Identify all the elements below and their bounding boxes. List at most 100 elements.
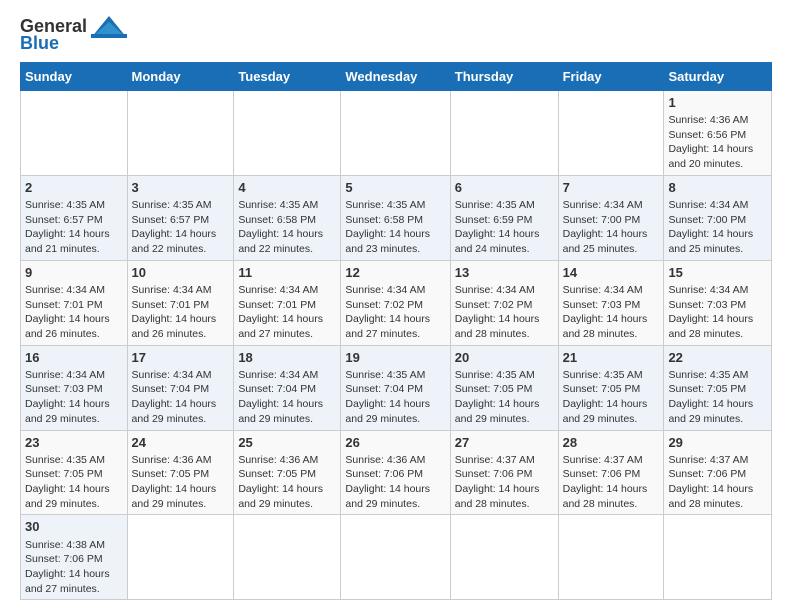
calendar-cell (450, 90, 558, 175)
day-info: Sunrise: 4:35 AM Sunset: 6:57 PM Dayligh… (132, 198, 230, 257)
day-number: 7 (563, 179, 660, 197)
day-header-saturday: Saturday (664, 62, 772, 90)
calendar-cell: 8Sunrise: 4:34 AM Sunset: 7:00 PM Daylig… (664, 175, 772, 260)
calendar-cell: 6Sunrise: 4:35 AM Sunset: 6:59 PM Daylig… (450, 175, 558, 260)
day-number: 28 (563, 434, 660, 452)
calendar-cell (558, 515, 664, 600)
day-header-wednesday: Wednesday (341, 62, 450, 90)
day-number: 27 (455, 434, 554, 452)
day-info: Sunrise: 4:35 AM Sunset: 7:05 PM Dayligh… (563, 368, 660, 427)
day-info: Sunrise: 4:34 AM Sunset: 7:01 PM Dayligh… (238, 283, 336, 342)
logo-icon (91, 16, 127, 38)
calendar-cell: 1Sunrise: 4:36 AM Sunset: 6:56 PM Daylig… (664, 90, 772, 175)
calendar-cell: 5Sunrise: 4:35 AM Sunset: 6:58 PM Daylig… (341, 175, 450, 260)
calendar-cell (127, 90, 234, 175)
calendar-cell: 25Sunrise: 4:36 AM Sunset: 7:05 PM Dayli… (234, 430, 341, 515)
day-number: 23 (25, 434, 123, 452)
day-info: Sunrise: 4:36 AM Sunset: 7:05 PM Dayligh… (132, 453, 230, 512)
day-info: Sunrise: 4:37 AM Sunset: 7:06 PM Dayligh… (563, 453, 660, 512)
calendar-cell (450, 515, 558, 600)
day-number: 9 (25, 264, 123, 282)
day-info: Sunrise: 4:35 AM Sunset: 6:59 PM Dayligh… (455, 198, 554, 257)
day-number: 25 (238, 434, 336, 452)
calendar-cell: 12Sunrise: 4:34 AM Sunset: 7:02 PM Dayli… (341, 260, 450, 345)
day-number: 29 (668, 434, 767, 452)
day-header-friday: Friday (558, 62, 664, 90)
calendar-cell: 3Sunrise: 4:35 AM Sunset: 6:57 PM Daylig… (127, 175, 234, 260)
day-info: Sunrise: 4:34 AM Sunset: 7:01 PM Dayligh… (25, 283, 123, 342)
day-number: 16 (25, 349, 123, 367)
day-number: 24 (132, 434, 230, 452)
calendar-cell: 21Sunrise: 4:35 AM Sunset: 7:05 PM Dayli… (558, 345, 664, 430)
calendar-cell: 29Sunrise: 4:37 AM Sunset: 7:06 PM Dayli… (664, 430, 772, 515)
calendar-cell (21, 90, 128, 175)
calendar-cell (234, 515, 341, 600)
day-number: 18 (238, 349, 336, 367)
day-info: Sunrise: 4:37 AM Sunset: 7:06 PM Dayligh… (455, 453, 554, 512)
day-number: 13 (455, 264, 554, 282)
day-info: Sunrise: 4:34 AM Sunset: 7:00 PM Dayligh… (668, 198, 767, 257)
day-info: Sunrise: 4:35 AM Sunset: 7:05 PM Dayligh… (668, 368, 767, 427)
calendar-cell: 15Sunrise: 4:34 AM Sunset: 7:03 PM Dayli… (664, 260, 772, 345)
calendar: SundayMondayTuesdayWednesdayThursdayFrid… (20, 62, 772, 601)
day-info: Sunrise: 4:35 AM Sunset: 6:57 PM Dayligh… (25, 198, 123, 257)
calendar-cell (234, 90, 341, 175)
day-number: 1 (668, 94, 767, 112)
day-info: Sunrise: 4:35 AM Sunset: 7:05 PM Dayligh… (455, 368, 554, 427)
day-number: 8 (668, 179, 767, 197)
day-number: 30 (25, 518, 123, 536)
calendar-cell: 30 Sunrise: 4:38 AM Sunset: 7:06 PM Dayli… (21, 515, 128, 600)
calendar-cell: 11Sunrise: 4:34 AM Sunset: 7:01 PM Dayli… (234, 260, 341, 345)
calendar-cell: 28Sunrise: 4:37 AM Sunset: 7:06 PM Dayli… (558, 430, 664, 515)
calendar-cell: 14Sunrise: 4:34 AM Sunset: 7:03 PM Dayli… (558, 260, 664, 345)
day-info: Sunrise: 4:36 AM Sunset: 7:06 PM Dayligh… (345, 453, 445, 512)
calendar-cell: 7Sunrise: 4:34 AM Sunset: 7:00 PM Daylig… (558, 175, 664, 260)
day-number: 11 (238, 264, 336, 282)
day-number: 26 (345, 434, 445, 452)
calendar-cell (558, 90, 664, 175)
day-number: 2 (25, 179, 123, 197)
day-info: Sunrise: 4:35 AM Sunset: 6:58 PM Dayligh… (345, 198, 445, 257)
day-number: 3 (132, 179, 230, 197)
calendar-cell: 2Sunrise: 4:35 AM Sunset: 6:57 PM Daylig… (21, 175, 128, 260)
calendar-cell: 19Sunrise: 4:35 AM Sunset: 7:04 PM Dayli… (341, 345, 450, 430)
day-info: Sunrise: 4:35 AM Sunset: 7:04 PM Dayligh… (345, 368, 445, 427)
logo: General Blue (20, 16, 127, 54)
calendar-cell: 23Sunrise: 4:35 AM Sunset: 7:05 PM Dayli… (21, 430, 128, 515)
day-number: 5 (345, 179, 445, 197)
calendar-cell: 9Sunrise: 4:34 AM Sunset: 7:01 PM Daylig… (21, 260, 128, 345)
day-info: Sunrise: 4:34 AM Sunset: 7:03 PM Dayligh… (563, 283, 660, 342)
day-info: Sunrise: 4:38 AM Sunset: 7:06 PM Dayligh… (25, 538, 123, 597)
day-header-tuesday: Tuesday (234, 62, 341, 90)
day-header-thursday: Thursday (450, 62, 558, 90)
logo-blue: Blue (20, 34, 59, 54)
day-info: Sunrise: 4:34 AM Sunset: 7:00 PM Dayligh… (563, 198, 660, 257)
day-header-monday: Monday (127, 62, 234, 90)
day-header-sunday: Sunday (21, 62, 128, 90)
day-info: Sunrise: 4:34 AM Sunset: 7:03 PM Dayligh… (668, 283, 767, 342)
calendar-cell: 17Sunrise: 4:34 AM Sunset: 7:04 PM Dayli… (127, 345, 234, 430)
day-info: Sunrise: 4:37 AM Sunset: 7:06 PM Dayligh… (668, 453, 767, 512)
calendar-cell (341, 515, 450, 600)
calendar-cell: 22Sunrise: 4:35 AM Sunset: 7:05 PM Dayli… (664, 345, 772, 430)
day-number: 14 (563, 264, 660, 282)
day-number: 10 (132, 264, 230, 282)
calendar-cell: 27Sunrise: 4:37 AM Sunset: 7:06 PM Dayli… (450, 430, 558, 515)
day-info: Sunrise: 4:35 AM Sunset: 6:58 PM Dayligh… (238, 198, 336, 257)
day-info: Sunrise: 4:35 AM Sunset: 7:05 PM Dayligh… (25, 453, 123, 512)
calendar-cell: 13Sunrise: 4:34 AM Sunset: 7:02 PM Dayli… (450, 260, 558, 345)
day-number: 22 (668, 349, 767, 367)
day-info: Sunrise: 4:34 AM Sunset: 7:01 PM Dayligh… (132, 283, 230, 342)
day-number: 12 (345, 264, 445, 282)
calendar-cell: 26Sunrise: 4:36 AM Sunset: 7:06 PM Dayli… (341, 430, 450, 515)
day-number: 17 (132, 349, 230, 367)
calendar-cell (664, 515, 772, 600)
calendar-cell: 10Sunrise: 4:34 AM Sunset: 7:01 PM Dayli… (127, 260, 234, 345)
calendar-cell: 4Sunrise: 4:35 AM Sunset: 6:58 PM Daylig… (234, 175, 341, 260)
day-info: Sunrise: 4:34 AM Sunset: 7:02 PM Dayligh… (345, 283, 445, 342)
day-info: Sunrise: 4:34 AM Sunset: 7:04 PM Dayligh… (132, 368, 230, 427)
day-info: Sunrise: 4:34 AM Sunset: 7:03 PM Dayligh… (25, 368, 123, 427)
calendar-cell: 24Sunrise: 4:36 AM Sunset: 7:05 PM Dayli… (127, 430, 234, 515)
day-info: Sunrise: 4:36 AM Sunset: 6:56 PM Dayligh… (668, 113, 767, 172)
calendar-cell (127, 515, 234, 600)
